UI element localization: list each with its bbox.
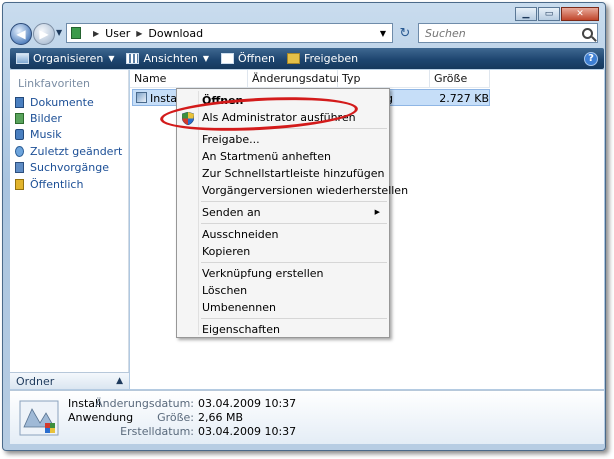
organize-icon [16, 53, 29, 64]
open-label: Öffnen [238, 52, 275, 65]
views-icon [126, 53, 140, 64]
arrow-left-icon: ◀ [16, 27, 26, 41]
folder-icon [71, 27, 81, 39]
chevron-down-icon: ▼ [108, 54, 115, 63]
organize-button[interactable]: Organisieren ▼ [10, 48, 120, 69]
nav-item-label: Suchvorgänge [30, 161, 109, 174]
file-size: 2.727 KB [439, 92, 489, 105]
nav-item-recent[interactable]: Zuletzt geändert [15, 145, 122, 158]
details-modified-value: 03.04.2009 10:37 [198, 397, 297, 410]
nav-item-label: Musik [30, 128, 62, 141]
breadcrumb-separator-icon[interactable]: ▶ [93, 29, 99, 38]
nav-item-label: Zuletzt geändert [30, 145, 123, 158]
help-icon: ? [584, 51, 598, 66]
share-icon [286, 53, 300, 64]
uac-shield-icon [182, 112, 194, 125]
nav-item-music[interactable]: Musik [15, 128, 62, 141]
details-size-value: 2,66 MB [198, 411, 244, 424]
breadcrumb-separator-icon[interactable]: ▶ [136, 29, 142, 38]
recent-icon [15, 146, 24, 157]
breadcrumb-user[interactable]: User [105, 27, 130, 40]
column-header-size[interactable]: Größe [430, 70, 490, 87]
menu-item-run-as-admin[interactable]: Als Administrator ausführen [202, 111, 356, 124]
column-header-name[interactable]: Name [130, 70, 248, 87]
nav-item-label: Öffentlich [30, 178, 84, 191]
menu-item-send-to[interactable]: Senden an ▶ [202, 206, 388, 219]
menu-item-open[interactable]: Öffnen [202, 94, 243, 107]
favorites-title: Linkfavoriten [18, 77, 91, 90]
open-button[interactable]: Öffnen [215, 48, 281, 69]
folders-label: Ordner [16, 374, 55, 388]
public-folder-icon [15, 179, 24, 190]
details-size-label: Größe: [157, 411, 194, 424]
organize-label: Organisieren [33, 52, 104, 65]
window-controls: ▁ ▭ ✕ [514, 7, 599, 21]
details-created-label: Erstelldatum: [120, 425, 194, 438]
nav-item-label: Dokumente [30, 96, 94, 109]
back-button[interactable]: ◀ [10, 23, 32, 45]
menu-item-delete[interactable]: Löschen [202, 284, 247, 297]
menu-item-create-shortcut[interactable]: Verknüpfung erstellen [202, 267, 324, 280]
close-icon[interactable]: ✕ [561, 7, 599, 21]
command-bar: Organisieren ▼ Ansichten ▼ Öffnen Freige… [10, 48, 604, 69]
search-icon[interactable] [582, 27, 593, 39]
folders-toggle[interactable]: Ordner ▲ [10, 372, 129, 389]
application-large-icon [19, 400, 59, 436]
send-to-label: Senden an [202, 206, 261, 219]
submenu-arrow-icon: ▶ [374, 208, 380, 216]
search-input[interactable] [425, 26, 575, 40]
breadcrumb-download[interactable]: Download [148, 27, 203, 40]
views-button[interactable]: Ansichten ▼ [120, 48, 215, 69]
history-dropdown-icon[interactable]: ▼ [56, 28, 62, 37]
minimize-icon[interactable]: ▁ [515, 7, 537, 21]
music-icon [15, 129, 24, 140]
details-pane: Install Anwendung Änderungsdatum: 03.04.… [10, 390, 604, 444]
column-header-type[interactable]: Typ [338, 70, 430, 87]
menu-item-previous-versions[interactable]: Vorgängerversionen wiederherstellen [202, 184, 408, 197]
open-icon [221, 53, 234, 64]
column-header-date[interactable]: Änderungsdatum [248, 70, 347, 87]
menu-separator [201, 262, 387, 263]
search-box[interactable] [418, 23, 598, 43]
menu-item-share[interactable]: Freigabe... [202, 133, 260, 146]
menu-separator [201, 318, 387, 319]
menu-gutter [198, 91, 199, 335]
context-menu: Öffnen Als Administrator ausführen Freig… [176, 88, 408, 338]
nav-item-searches[interactable]: Suchvorgänge [15, 161, 109, 174]
menu-separator [201, 128, 387, 129]
nav-item-pictures[interactable]: Bilder [15, 112, 62, 125]
documents-icon [15, 97, 24, 108]
menu-item-copy[interactable]: Kopieren [202, 245, 250, 258]
navigation-pane: Linkfavoriten Dokumente Bilder Musik Zul… [10, 70, 129, 389]
forward-button[interactable]: ▶ [33, 23, 55, 45]
help-button[interactable]: ? [578, 48, 604, 69]
chevron-up-icon: ▲ [116, 376, 123, 386]
share-button[interactable]: Freigeben [281, 48, 364, 69]
nav-item-public[interactable]: Öffentlich [15, 178, 83, 191]
share-label: Freigeben [303, 52, 359, 65]
pictures-icon [15, 113, 24, 124]
nav-item-documents[interactable]: Dokumente [15, 96, 94, 109]
menu-separator [201, 223, 387, 224]
maximize-icon[interactable]: ▭ [538, 7, 560, 21]
arrow-right-icon: ▶ [39, 27, 49, 41]
details-created-value: 03.04.2009 10:37 [198, 425, 297, 438]
searches-icon [15, 162, 24, 173]
address-bar[interactable]: ▶ User ▶ Download ▼ [66, 23, 393, 43]
menu-separator [201, 201, 387, 202]
refresh-icon[interactable]: ↻ [396, 24, 414, 42]
nav-item-label: Bilder [30, 112, 62, 125]
address-dropdown-icon[interactable]: ▼ [380, 29, 386, 38]
application-icon [136, 92, 147, 103]
details-modified-label: Änderungsdatum: [95, 397, 194, 410]
menu-item-rename[interactable]: Umbenennen [202, 301, 276, 314]
menu-item-properties[interactable]: Eigenschaften [202, 323, 280, 336]
views-label: Ansichten [143, 52, 198, 65]
menu-item-cut[interactable]: Ausschneiden [202, 228, 279, 241]
menu-item-pin-start[interactable]: An Startmenü anheften [202, 150, 331, 163]
chevron-down-icon: ▼ [202, 54, 209, 63]
menu-item-quick-launch[interactable]: Zur Schnellstartleiste hinzufügen [202, 167, 385, 180]
